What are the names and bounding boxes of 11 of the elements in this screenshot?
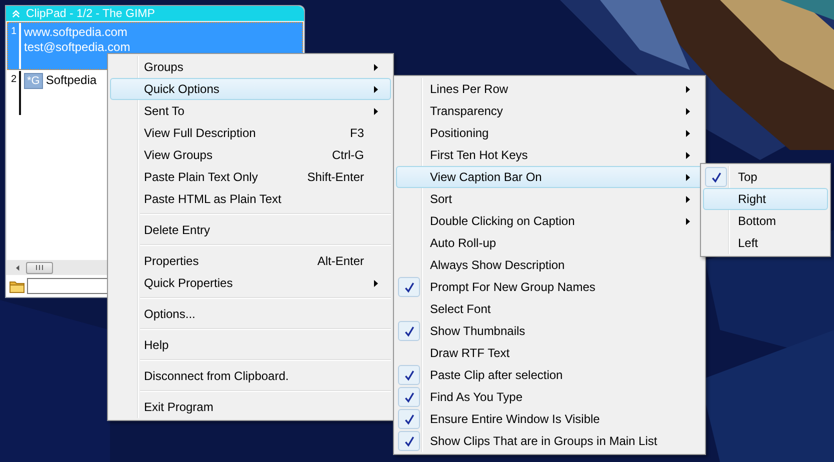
clip-text: www.softpedia.com <box>24 25 128 40</box>
shortcut-text: F3 <box>350 126 364 140</box>
window-title: ClipPad - 1/2 - The GIMP <box>26 8 155 20</box>
group-badge: *G <box>24 73 43 89</box>
clip-text: test@softpedia.com <box>24 40 130 55</box>
row-number: 1 <box>8 23 21 69</box>
shortcut-text: Alt-Enter <box>317 254 364 268</box>
clip-text: Softpedia <box>46 73 97 88</box>
shortcut-text: Shift-Enter <box>307 170 364 184</box>
shortcut-text: Ctrl-G <box>332 148 364 162</box>
row-number: 2 <box>8 71 21 115</box>
